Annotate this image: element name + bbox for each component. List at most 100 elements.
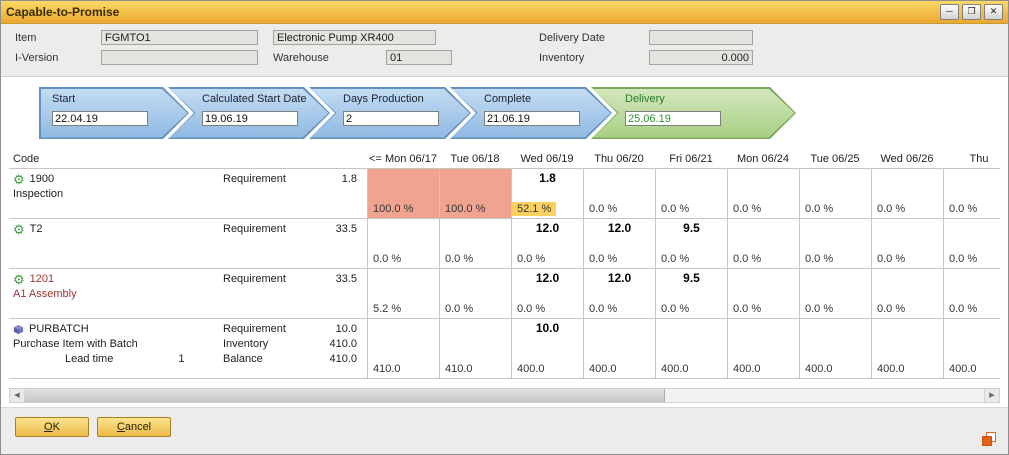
grid-cell[interactable]: 9.50.0 %: [655, 269, 727, 318]
grid-cell[interactable]: 1.852.1 %: [511, 169, 583, 218]
i-version-label: I-Version: [15, 52, 58, 64]
grid-cell[interactable]: 9.50.0 %: [655, 219, 727, 268]
delivery-date-field[interactable]: [649, 30, 753, 45]
row-code[interactable]: T2: [30, 222, 43, 237]
code-column-header: Code: [9, 149, 221, 168]
grid-cell[interactable]: 0.0 %: [799, 269, 871, 318]
grid-cell[interactable]: 100.0 %: [367, 169, 439, 218]
grid-cell[interactable]: 0.0 %: [943, 269, 1000, 318]
window-controls: ─ ❐ ✕: [940, 4, 1003, 20]
grid-cell[interactable]: 12.00.0 %: [511, 219, 583, 268]
grid-cell[interactable]: 0.0 %: [871, 219, 943, 268]
row-measure-value: 410.0: [307, 352, 357, 367]
grid-cell[interactable]: 0.0 %: [943, 169, 1000, 218]
grid-cell[interactable]: 400.0: [655, 319, 727, 378]
schedule-flow: Start Calculated Start Date Days Product…: [1, 77, 1008, 145]
table-row: ⚙ T2 Requirement 33.5 0.0 % 0.0 % 12.00.…: [9, 219, 1000, 269]
horizontal-scrollbar[interactable]: ◀ ▶: [9, 388, 1000, 403]
scrollbar-track[interactable]: [25, 389, 984, 402]
grid-cell[interactable]: 410.0: [367, 319, 439, 378]
row-code[interactable]: 1900: [30, 172, 54, 187]
flow-step-start: Start: [39, 87, 189, 139]
row-description: Inspection: [13, 187, 221, 202]
date-column-header[interactable]: Tue 06/18: [439, 149, 511, 168]
complete-date-input[interactable]: [484, 111, 580, 126]
grid-cell[interactable]: 12.00.0 %: [511, 269, 583, 318]
grid-cell[interactable]: 410.0: [439, 319, 511, 378]
grid-cell[interactable]: 0.0 %: [799, 169, 871, 218]
cell-percent: 0.0 %: [368, 252, 439, 266]
cell-quantity: 9.5: [656, 221, 727, 235]
minimize-icon[interactable]: ─: [940, 4, 959, 20]
date-column-header[interactable]: Fri 06/21: [655, 149, 727, 168]
delivery-date-label: Delivery Date: [539, 32, 605, 44]
inventory-label: Inventory: [539, 52, 584, 64]
grid-cell[interactable]: 0.0 %: [727, 269, 799, 318]
grid-cell[interactable]: 0.0 %: [943, 219, 1000, 268]
grid-cell[interactable]: 400.0: [583, 319, 655, 378]
cell-percent: 0.0 %: [800, 202, 871, 216]
scrollbar-thumb[interactable]: [25, 389, 665, 402]
grid-cell[interactable]: 12.00.0 %: [583, 219, 655, 268]
date-column-header[interactable]: Tue 06/25: [799, 149, 871, 168]
row-code[interactable]: PURBATCH: [29, 322, 89, 337]
cell-quantity: [944, 271, 1000, 285]
warehouse-field[interactable]: [386, 50, 452, 65]
grid-cell[interactable]: 100.0 %: [439, 169, 511, 218]
cell-percent: 0.0 %: [584, 252, 655, 266]
grid-cell[interactable]: 400.0: [727, 319, 799, 378]
cell-quantity: [728, 321, 799, 335]
grid-cell[interactable]: 10.0400.0: [511, 319, 583, 378]
date-column-header[interactable]: Thu: [943, 149, 1000, 168]
item-description-field[interactable]: [273, 30, 436, 45]
grid-cell[interactable]: 0.0 %: [871, 269, 943, 318]
date-column-header[interactable]: Wed 06/26: [871, 149, 943, 168]
cell-percent: 100.0 %: [368, 202, 439, 216]
grid-cell[interactable]: 0.0 %: [367, 219, 439, 268]
date-column-header[interactable]: Thu 06/20: [583, 149, 655, 168]
close-icon[interactable]: ✕: [984, 4, 1003, 20]
cell-percent: 400.0: [800, 362, 871, 376]
grid-cell[interactable]: 0.0 %: [583, 169, 655, 218]
maximize-icon[interactable]: ❐: [962, 4, 981, 20]
scroll-right-icon[interactable]: ▶: [984, 389, 999, 402]
date-column-header[interactable]: Mon 06/24: [727, 149, 799, 168]
grid-cell[interactable]: 5.2 %: [367, 269, 439, 318]
row-description: Purchase Item with Batch: [13, 337, 221, 352]
grid-cell[interactable]: 0.0 %: [871, 169, 943, 218]
cell-quantity: [872, 171, 943, 185]
start-date-input[interactable]: [52, 111, 148, 126]
cell-quantity: [656, 171, 727, 185]
item-code-field[interactable]: [101, 30, 258, 45]
row-measure-label: Requirement: [223, 272, 307, 287]
grid-cell[interactable]: 0.0 %: [799, 219, 871, 268]
ok-button[interactable]: OK: [15, 417, 89, 437]
grid-cell[interactable]: 0.0 %: [655, 169, 727, 218]
calculated-start-date-input[interactable]: [202, 111, 298, 126]
grid-cell[interactable]: 12.00.0 %: [583, 269, 655, 318]
days-production-input[interactable]: [343, 111, 439, 126]
row-measure-label: Inventory: [223, 337, 307, 352]
cancel-button[interactable]: Cancel: [97, 417, 171, 437]
cell-quantity: [872, 271, 943, 285]
capacity-grid: Code <= Mon 06/17 Tue 06/18 Wed 06/19 Th…: [9, 149, 1000, 379]
date-column-header[interactable]: Wed 06/19: [511, 149, 583, 168]
delivery-date-input[interactable]: [625, 111, 721, 126]
grid-cell[interactable]: 0.0 %: [727, 219, 799, 268]
grid-cell[interactable]: 0.0 %: [727, 169, 799, 218]
grid-cell[interactable]: 400.0: [943, 319, 1000, 378]
cell-quantity: 9.5: [656, 271, 727, 285]
row-code[interactable]: 1201: [30, 272, 54, 287]
i-version-field[interactable]: [101, 50, 258, 65]
inventory-field[interactable]: [649, 50, 753, 65]
grid-cell[interactable]: 0.0 %: [439, 269, 511, 318]
grid-cell[interactable]: 400.0: [871, 319, 943, 378]
date-column-header[interactable]: <= Mon 06/17: [367, 149, 439, 168]
gear-icon: ⚙: [13, 174, 25, 186]
grid-cell[interactable]: 400.0: [799, 319, 871, 378]
cell-quantity: [800, 171, 871, 185]
scroll-left-icon[interactable]: ◀: [10, 389, 25, 402]
form-settings-icon[interactable]: [982, 432, 996, 446]
title-bar[interactable]: Capable-to-Promise ─ ❐ ✕: [1, 1, 1008, 24]
grid-cell[interactable]: 0.0 %: [439, 219, 511, 268]
